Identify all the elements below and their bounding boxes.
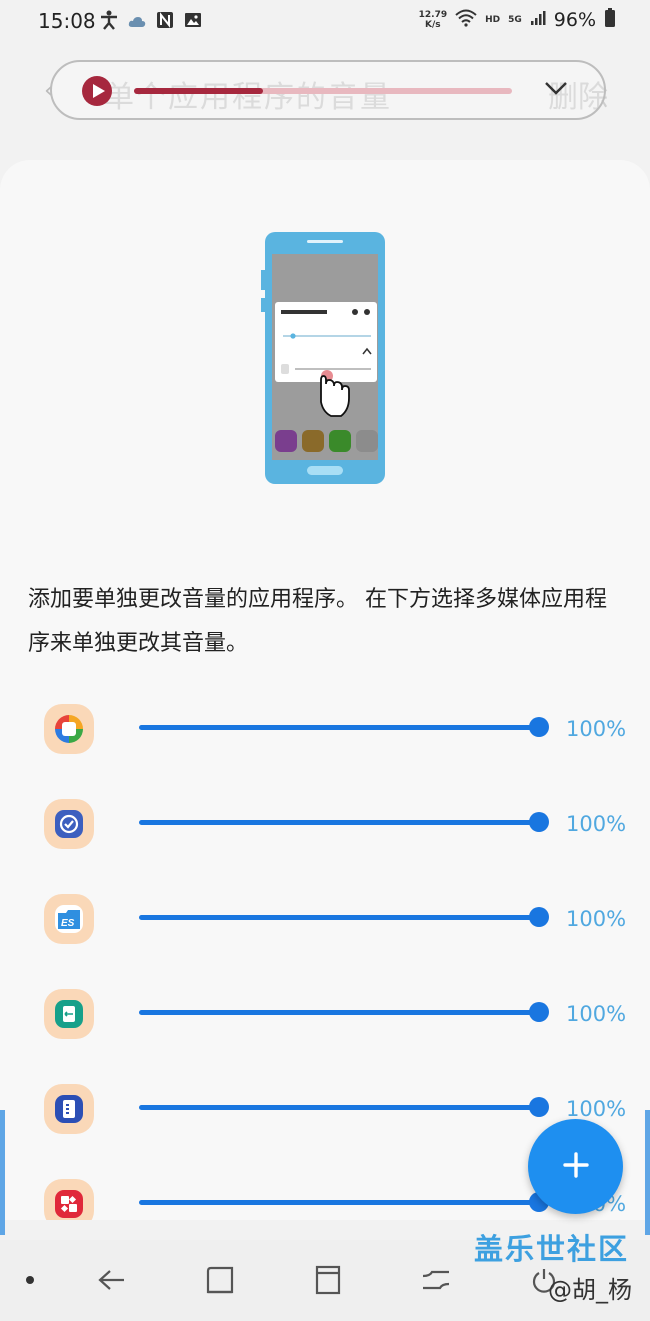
- signal-icon: [530, 10, 546, 30]
- battery-icon: [604, 8, 616, 32]
- list-item: 100%: [0, 965, 650, 1060]
- volume-slider-track[interactable]: [139, 820, 539, 825]
- list-item: 100%: [0, 680, 650, 775]
- nav-switch-icon[interactable]: [416, 1260, 456, 1300]
- description-text: 添加要单独更改音量的应用程序。 在下方选择多媒体应用程序来单独更改其音量。: [28, 587, 607, 656]
- watermark-community: 盖乐世社区: [474, 1232, 630, 1266]
- add-app-button[interactable]: [528, 1119, 623, 1214]
- svg-text:ES: ES: [61, 918, 75, 929]
- notification-app-icon: [156, 11, 174, 33]
- signal-label: 5G: [508, 15, 522, 25]
- edge-scroll-indicator-left: [0, 1110, 5, 1235]
- volume-slider-track[interactable]: [139, 1010, 539, 1015]
- net-speed-value: 12.79: [418, 10, 448, 20]
- volume-slider-track[interactable]: [139, 1105, 539, 1110]
- status-time: 15:08: [38, 9, 96, 33]
- sidesync-app-icon: [44, 989, 94, 1039]
- list-item: 100%: [0, 775, 650, 870]
- phone-manager-icon: [44, 1084, 94, 1134]
- wifi-icon: [455, 9, 477, 31]
- main-card: 添加要单独更改音量的应用程序。 在下方选择多媒体应用程序来单独更改其音量。 10…: [0, 160, 650, 1220]
- play-button[interactable]: [82, 76, 112, 106]
- nav-home-icon[interactable]: [308, 1260, 348, 1300]
- phone-illustration: [255, 230, 395, 490]
- media-progress-fill: [134, 88, 263, 94]
- volume-percent: 100%: [566, 907, 627, 931]
- volume-percent: 100%: [566, 812, 627, 836]
- volume-slider-track[interactable]: [139, 1200, 539, 1205]
- volume-slider-thumb[interactable]: [529, 907, 549, 927]
- nav-recents-icon[interactable]: [200, 1260, 240, 1300]
- list-item: ES 100%: [0, 870, 650, 965]
- es-file-explorer-icon: ES: [44, 894, 94, 944]
- volume-percent: 100%: [566, 1002, 627, 1026]
- volume-slider-thumb[interactable]: [529, 717, 549, 737]
- media-progress-track[interactable]: [134, 88, 512, 94]
- volume-slider-thumb[interactable]: [529, 1097, 549, 1117]
- hd-label: HD: [485, 15, 501, 25]
- nav-back-icon[interactable]: [92, 1260, 132, 1300]
- volume-percent: 100%: [566, 717, 627, 741]
- volume-slider-track[interactable]: [139, 725, 539, 730]
- header: ‹ 单个应用程序的音量 删除: [0, 44, 650, 144]
- accessibility-icon: [100, 10, 118, 34]
- image-icon: [184, 11, 202, 33]
- net-speed: 12.79 K/s: [419, 10, 447, 30]
- volume-slider-thumb[interactable]: [529, 1002, 549, 1022]
- media-player-pill[interactable]: [50, 60, 606, 120]
- plus-icon: [562, 1151, 590, 1183]
- gallery-app-icon: [44, 704, 94, 754]
- net-speed-unit: K/s: [425, 20, 441, 30]
- volume-slider-thumb[interactable]: [529, 812, 549, 832]
- chevron-down-icon[interactable]: [544, 74, 568, 102]
- status-bar: 15:08 12.79 K/s HD 5G 96%: [0, 0, 650, 44]
- red-puzzle-app-icon: [44, 1179, 94, 1220]
- cloud-icon: [128, 13, 146, 32]
- check-app-icon: [44, 799, 94, 849]
- volume-percent: 100%: [566, 1097, 627, 1121]
- nav-dot-button[interactable]: [10, 1260, 50, 1300]
- volume-slider-track[interactable]: [139, 915, 539, 920]
- battery-percent: 96%: [553, 9, 596, 31]
- edge-scroll-indicator-right: [645, 1110, 650, 1235]
- watermark-user: @胡_杨: [548, 1276, 632, 1304]
